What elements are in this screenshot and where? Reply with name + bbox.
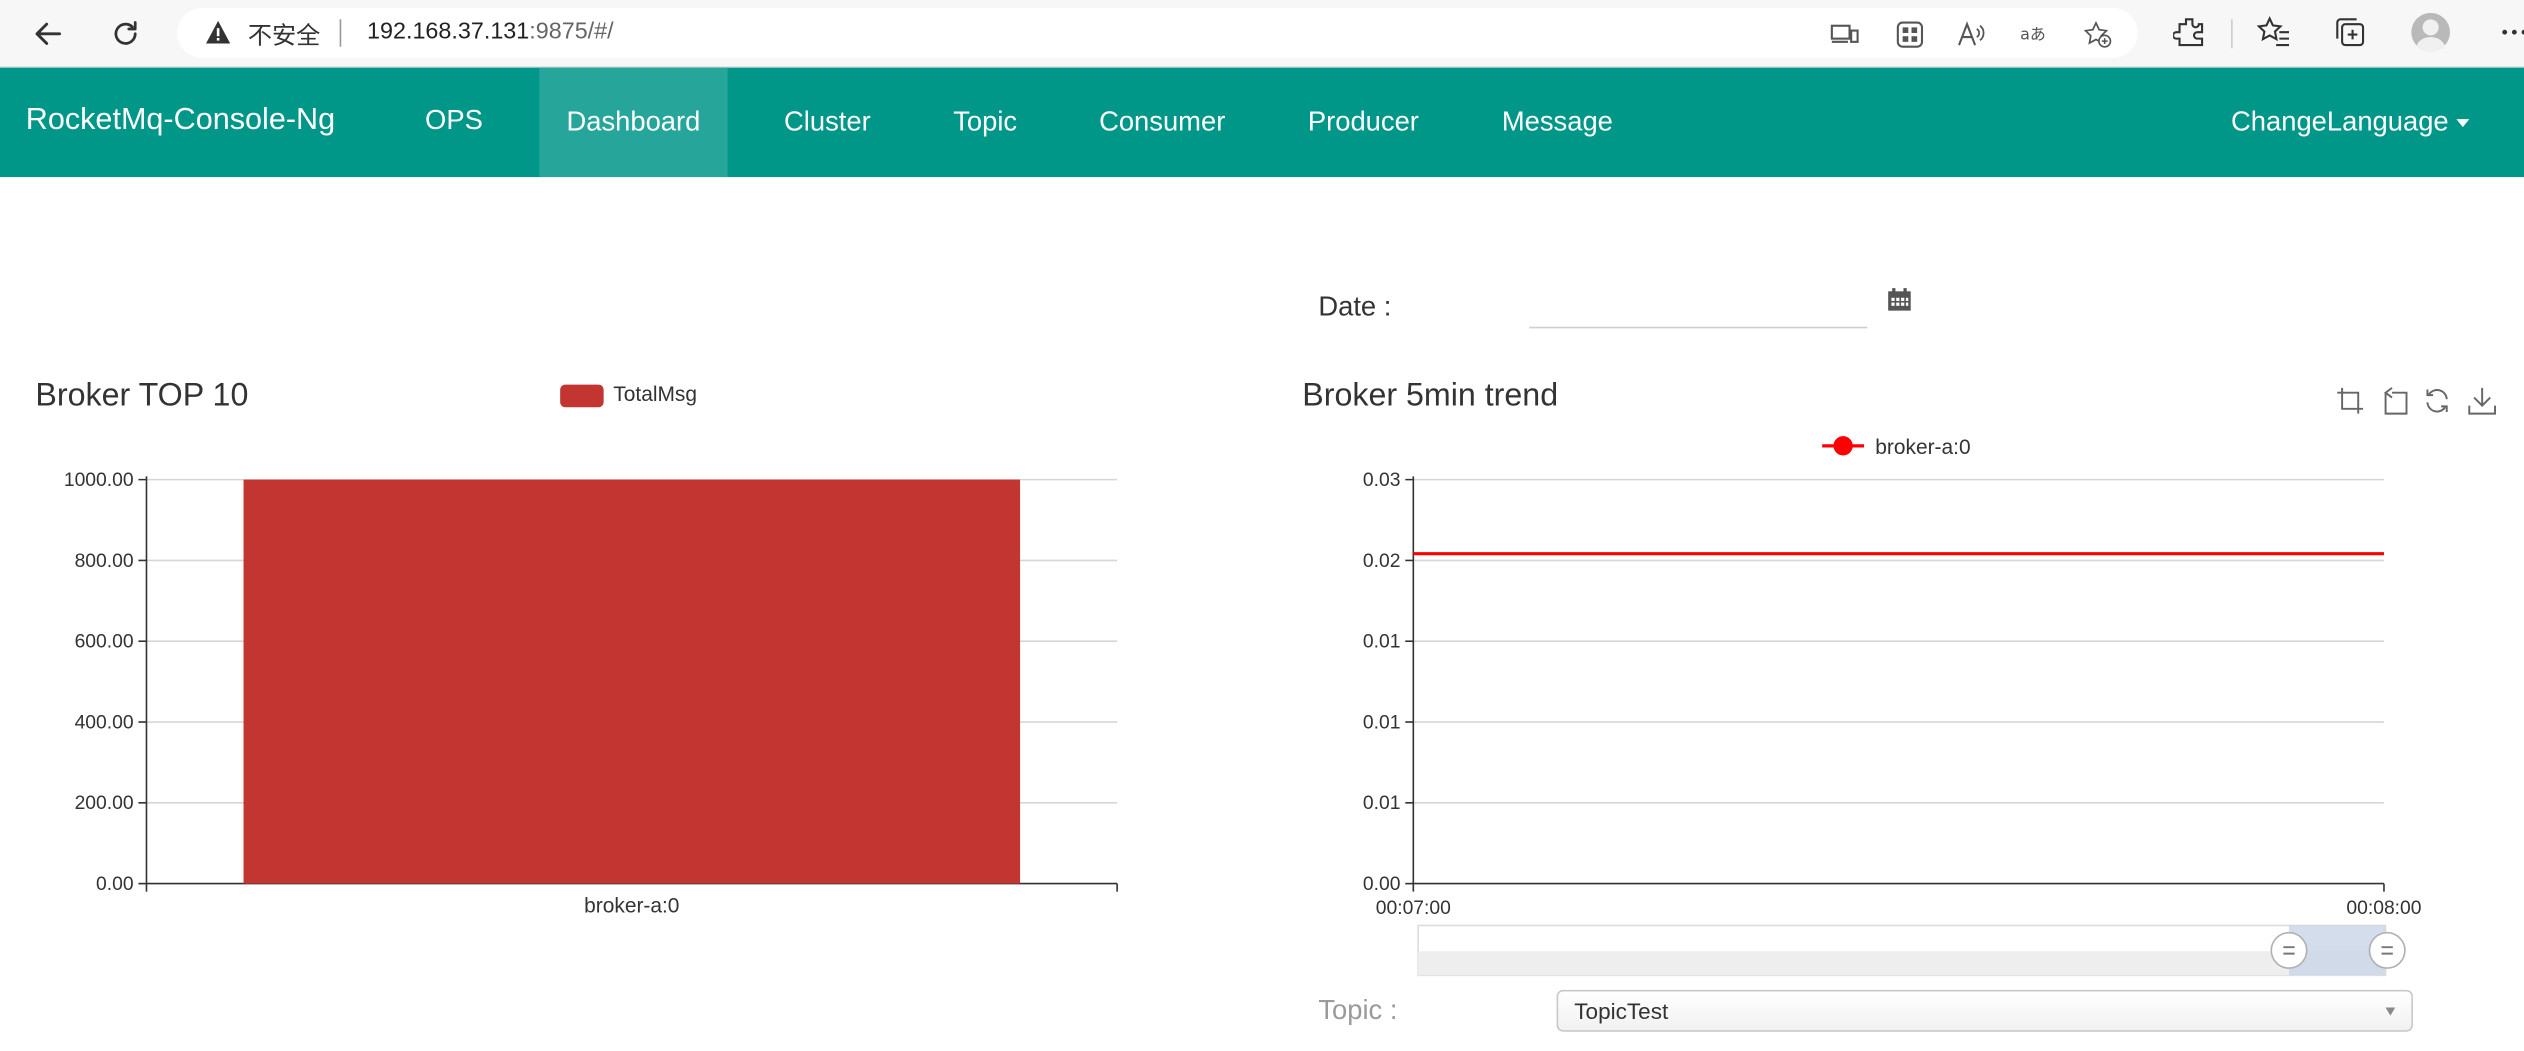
broker-top-bar-chart: 0.00 200.00 400.00 600.00 800.00 1000.00 broke…	[64, 470, 1118, 918]
read-aloud-icon[interactable]	[1957, 19, 1986, 48]
change-language-dropdown[interactable]: ChangeLanguage	[2231, 106, 2470, 138]
date-input[interactable]	[1529, 286, 1868, 329]
warning-icon[interactable]	[204, 19, 231, 53]
date-label: Date :	[1318, 291, 1392, 322]
topic-select[interactable]: TopicTest	[1556, 989, 2413, 1032]
broker-trend-title: Broker 5min trend	[1302, 378, 1559, 414]
y-tick-label: 1000.00	[64, 470, 134, 491]
y-tick-label: 0.01	[1363, 712, 1401, 733]
datazoom-handle-end	[2368, 931, 2406, 969]
topic-select-value: TopicTest	[1574, 997, 1669, 1024]
add-favorite-icon[interactable]	[2083, 19, 2112, 48]
back-icon[interactable]	[27, 13, 69, 55]
svg-text:aあ: aあ	[2020, 25, 2046, 44]
address-divider	[339, 19, 342, 47]
broker-top-title: Broker TOP 10	[35, 378, 249, 414]
select-arrow-icon	[2385, 1007, 2396, 1016]
legend-label-totalmsg[interactable]: TotalMsg	[613, 381, 697, 405]
calendar-icon[interactable]	[1887, 286, 1913, 312]
y-tick-label: 800.00	[75, 551, 134, 572]
url-text[interactable]: 192.168.37.131:9875/#/	[367, 19, 614, 45]
favorites-icon[interactable]	[2255, 14, 2290, 49]
browser-toolbar: 不安全 192.168.37.131:9875/#/ aあ	[0, 0, 2524, 68]
extensions-icon[interactable]	[2171, 14, 2206, 49]
translate-icon[interactable]: aあ	[2020, 19, 2049, 48]
datazoom-handle-start	[2270, 931, 2308, 969]
legend-label-broker-a: broker-a:0	[1875, 436, 1970, 459]
apps-icon[interactable]	[1895, 19, 1924, 48]
restore-icon[interactable]	[2423, 386, 2452, 415]
x-tick-label: broker-a:0	[584, 895, 679, 918]
nav-producer[interactable]: Producer	[1281, 68, 1445, 177]
y-tick-label: 0.00	[1363, 874, 1401, 895]
brand-logo-text[interactable]: RocketMq-Console-Ng	[26, 103, 335, 138]
caret-down-icon	[2456, 119, 2470, 128]
zoom-select-icon[interactable]	[2336, 386, 2365, 415]
refresh-icon[interactable]	[105, 13, 147, 55]
legend-marker-broker-a	[1833, 436, 1853, 456]
y-tick-label: 0.03	[1363, 470, 1401, 491]
url-host: 192.168.37.131	[367, 19, 530, 46]
topic-label: Topic :	[1318, 994, 1398, 1026]
y-tick-label: 0.01	[1363, 632, 1401, 653]
change-language-label: ChangeLanguage	[2231, 106, 2449, 137]
x-tick-label: 00:08:00	[2346, 898, 2421, 919]
collections-icon[interactable]	[2332, 14, 2367, 49]
app-navbar: RocketMq-Console-Ng OPS Dashboard Cluste…	[0, 67, 2524, 178]
bar-broker-a:0	[243, 479, 1021, 884]
avatar-body	[2416, 37, 2446, 52]
profile-avatar-icon[interactable]	[2411, 12, 2450, 52]
y-tick-label: 0.00	[96, 874, 134, 895]
device-icon[interactable]	[1830, 19, 1859, 48]
y-tick-label: 0.01	[1363, 793, 1401, 814]
avatar-head	[2422, 19, 2439, 36]
y-tick-label: 200.00	[75, 793, 134, 814]
nav-ops[interactable]: OPS	[398, 68, 511, 177]
y-tick-label: 600.00	[75, 632, 134, 653]
security-status[interactable]: 不安全	[248, 18, 320, 52]
nav-topic[interactable]: Topic	[927, 68, 1043, 177]
y-tick-label: 0.02	[1363, 551, 1401, 572]
nav-cluster[interactable]: Cluster	[757, 68, 899, 177]
more-icon[interactable]	[2497, 14, 2524, 49]
url-path: :9875/#/	[529, 19, 614, 46]
datazoom-area	[1418, 951, 2386, 976]
save-image-icon[interactable]	[2468, 386, 2497, 415]
x-tick-label: 00:07:00	[1376, 898, 1451, 919]
nav-dashboard[interactable]: Dashboard	[539, 67, 728, 178]
toolbar-divider	[2231, 19, 2233, 49]
legend-swatch-totalmsg[interactable]	[560, 384, 604, 408]
y-tick-label: 400.00	[75, 712, 134, 733]
nav-message[interactable]: Message	[1474, 68, 1640, 177]
zoom-back-icon[interactable]	[2379, 386, 2408, 415]
address-bar[interactable]: 不安全 192.168.37.131:9875/#/ aあ	[177, 8, 2138, 58]
nav-consumer[interactable]: Consumer	[1072, 68, 1252, 177]
broker-trend-line-chart: broker-a:0 0.00 0.01 0.01 0.01 0.02 0.03 00:07:…	[1363, 436, 2422, 977]
